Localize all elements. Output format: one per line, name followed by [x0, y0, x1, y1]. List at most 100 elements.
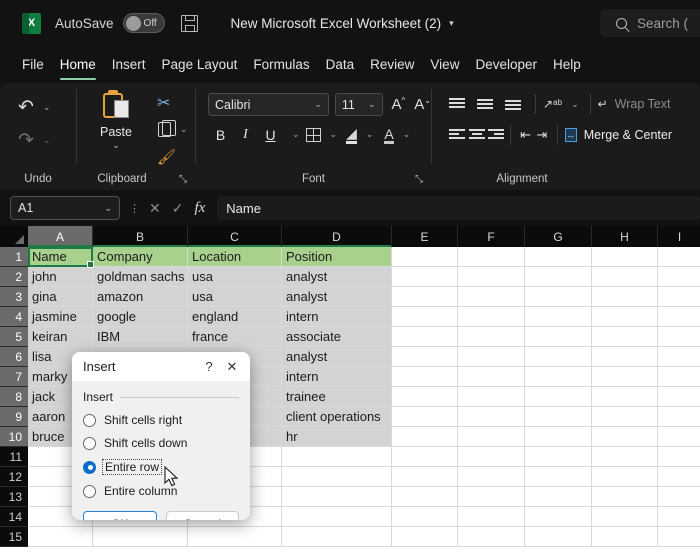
italic-button[interactable]: I: [233, 127, 258, 143]
cell-I4[interactable]: [658, 307, 700, 327]
cell-F15[interactable]: [458, 527, 525, 547]
row-header-11[interactable]: 11: [0, 447, 28, 467]
cell-C2[interactable]: usa: [188, 267, 282, 287]
paintbrush-icon[interactable]: 🖌: [157, 148, 176, 166]
tab-view[interactable]: View: [422, 46, 467, 83]
cell-F4[interactable]: [458, 307, 525, 327]
cell-F8[interactable]: [458, 387, 525, 407]
cell-D5[interactable]: associate: [282, 327, 392, 347]
underline-button[interactable]: U: [258, 127, 283, 143]
cell-F2[interactable]: [458, 267, 525, 287]
cell-D4[interactable]: intern: [282, 307, 392, 327]
cell-E6[interactable]: [392, 347, 458, 367]
cell-F10[interactable]: [458, 427, 525, 447]
radio-shift-cells-down[interactable]: Shift cells down: [83, 436, 239, 450]
cell-G7[interactable]: [525, 367, 592, 387]
column-header-d[interactable]: D: [282, 226, 392, 247]
cell-I13[interactable]: [658, 487, 700, 507]
cell-H8[interactable]: [592, 387, 658, 407]
cell-G14[interactable]: [525, 507, 592, 527]
cell-A3[interactable]: gina: [28, 287, 93, 307]
align-top-icon[interactable]: [444, 96, 470, 112]
cell-I6[interactable]: [658, 347, 700, 367]
cell-E13[interactable]: [392, 487, 458, 507]
row-header-12[interactable]: 12: [0, 467, 28, 487]
shrink-font-icon[interactable]: A⌄: [414, 96, 431, 113]
select-all-corner[interactable]: [0, 226, 28, 247]
cell-I5[interactable]: [658, 327, 700, 347]
align-middle-icon[interactable]: [472, 96, 498, 112]
underline-chevron-down-icon[interactable]: ⌄: [292, 129, 300, 140]
cell-F13[interactable]: [458, 487, 525, 507]
cell-G9[interactable]: [525, 407, 592, 427]
autosave-toggle[interactable]: Off: [123, 13, 165, 33]
cell-F5[interactable]: [458, 327, 525, 347]
cell-I10[interactable]: [658, 427, 700, 447]
cell-G3[interactable]: [525, 287, 592, 307]
cell-D3[interactable]: analyst: [282, 287, 392, 307]
cell-F3[interactable]: [458, 287, 525, 307]
cell-E15[interactable]: [392, 527, 458, 547]
cell-D8[interactable]: trainee: [282, 387, 392, 407]
borders-icon[interactable]: [306, 128, 321, 142]
radio-entire-row[interactable]: Entire row: [83, 459, 239, 475]
row-header-10[interactable]: 10: [0, 427, 28, 447]
row-header-3[interactable]: 3: [0, 287, 28, 307]
row-header-8[interactable]: 8: [0, 387, 28, 407]
cell-H13[interactable]: [592, 487, 658, 507]
row-header-7[interactable]: 7: [0, 367, 28, 387]
cell-C15[interactable]: [188, 527, 282, 547]
cell-C1[interactable]: Location: [188, 247, 282, 267]
cell-B15[interactable]: [93, 527, 188, 547]
cell-D10[interactable]: hr: [282, 427, 392, 447]
cancel-icon[interactable]: ✕: [149, 200, 161, 217]
cell-D9[interactable]: client operations: [282, 407, 392, 427]
row-header-4[interactable]: 4: [0, 307, 28, 327]
cell-H1[interactable]: [592, 247, 658, 267]
bold-button[interactable]: B: [208, 127, 233, 143]
column-header-b[interactable]: B: [93, 226, 188, 247]
cell-G8[interactable]: [525, 387, 592, 407]
cell-G12[interactable]: [525, 467, 592, 487]
cell-H12[interactable]: [592, 467, 658, 487]
column-header-a[interactable]: A: [28, 226, 93, 247]
fill-color-icon[interactable]: ◢: [346, 125, 357, 144]
font-color-icon[interactable]: A: [384, 126, 393, 144]
cell-D1[interactable]: Position: [282, 247, 392, 267]
wrap-text-button[interactable]: Wrap Text: [615, 97, 671, 111]
cell-G15[interactable]: [525, 527, 592, 547]
cell-H14[interactable]: [592, 507, 658, 527]
cell-B5[interactable]: IBM: [93, 327, 188, 347]
cell-I9[interactable]: [658, 407, 700, 427]
cell-I1[interactable]: [658, 247, 700, 267]
text-orientation-icon[interactable]: ↗ᵃᵇ: [543, 97, 562, 111]
row-header-2[interactable]: 2: [0, 267, 28, 287]
cell-I2[interactable]: [658, 267, 700, 287]
copy-icon[interactable]: [158, 122, 171, 137]
align-right-icon[interactable]: [483, 127, 501, 143]
cell-E4[interactable]: [392, 307, 458, 327]
increase-indent-icon[interactable]: ⇥: [534, 127, 550, 143]
borders-chevron-down-icon[interactable]: ⌄: [330, 129, 338, 140]
cell-A5[interactable]: keiran: [28, 327, 93, 347]
cell-I11[interactable]: [658, 447, 700, 467]
cell-G1[interactable]: [525, 247, 592, 267]
cell-F14[interactable]: [458, 507, 525, 527]
cell-H5[interactable]: [592, 327, 658, 347]
cell-G6[interactable]: [525, 347, 592, 367]
cell-D7[interactable]: intern: [282, 367, 392, 387]
cell-D11[interactable]: [282, 447, 392, 467]
search-box[interactable]: Search (: [600, 9, 700, 37]
cell-H3[interactable]: [592, 287, 658, 307]
column-header-h[interactable]: H: [592, 226, 658, 247]
formula-bar-options-icon[interactable]: ⋮: [129, 202, 140, 215]
cell-C4[interactable]: england: [188, 307, 282, 327]
cell-D2[interactable]: analyst: [282, 267, 392, 287]
column-header-g[interactable]: G: [525, 226, 592, 247]
align-left-icon[interactable]: [444, 127, 462, 143]
row-header-15[interactable]: 15: [0, 527, 28, 547]
tab-page-layout[interactable]: Page Layout: [154, 46, 246, 83]
font-color-chevron-down-icon[interactable]: ⌄: [403, 129, 411, 140]
cell-E10[interactable]: [392, 427, 458, 447]
grow-font-icon[interactable]: A^: [392, 96, 406, 113]
